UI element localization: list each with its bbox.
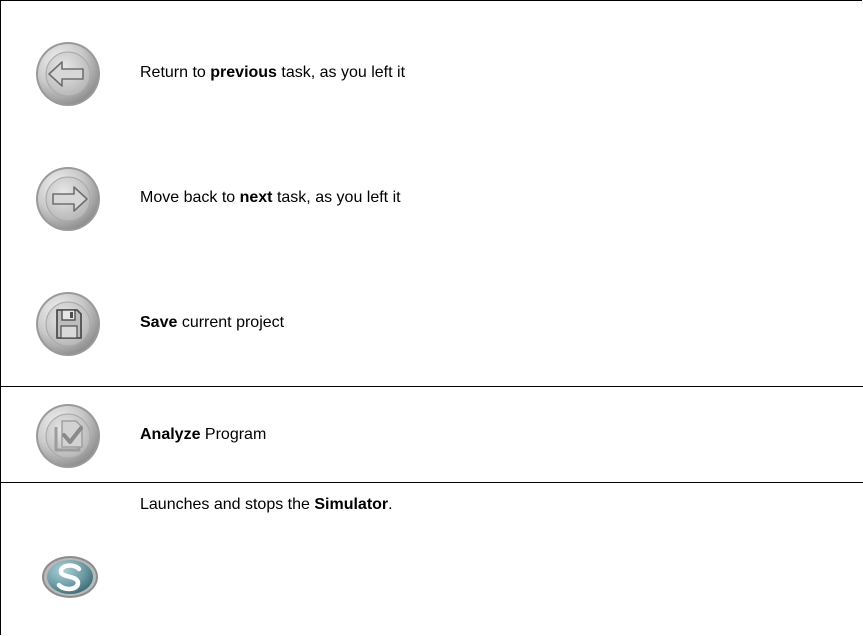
analyze-description: Analyze Program xyxy=(140,425,266,445)
table-row-navigation: Return to previous task, as you left it … xyxy=(1,1,863,386)
text-after: . xyxy=(388,496,393,513)
forward-arrow-icon[interactable] xyxy=(35,166,101,232)
text-bold: Simulator xyxy=(314,496,389,513)
text-bold: Save xyxy=(140,314,178,331)
text-bold: previous xyxy=(210,64,277,81)
analyze-check-icon[interactable] xyxy=(35,403,101,469)
text-bold: next xyxy=(239,189,273,206)
back-arrow-icon[interactable] xyxy=(35,41,101,107)
text-after: current project xyxy=(177,314,285,331)
table-row-simulator: Launches and stops the Simulator. xyxy=(1,482,863,636)
command-reference-table: Return to previous task, as you left it … xyxy=(0,0,863,636)
text-after: task, as you left it xyxy=(272,189,401,206)
text-before: Launches and stops the xyxy=(140,496,315,513)
text-before: Return to xyxy=(140,64,211,81)
previous-description: Return to previous task, as you left it xyxy=(140,63,405,83)
text-bold: Analyze xyxy=(140,426,201,443)
text-after: task, as you left it xyxy=(276,64,406,81)
table-row-analyze: Analyze Program xyxy=(1,386,863,482)
floppy-disk-icon[interactable] xyxy=(35,291,101,357)
text-before: Move back to xyxy=(140,189,240,206)
simulator-description: Launches and stops the Simulator. xyxy=(140,495,393,515)
simulator-s-icon[interactable] xyxy=(41,555,99,599)
save-description: Save current project xyxy=(140,313,284,333)
next-description: Move back to next task, as you left it xyxy=(140,188,401,208)
text-after: Program xyxy=(200,426,267,443)
